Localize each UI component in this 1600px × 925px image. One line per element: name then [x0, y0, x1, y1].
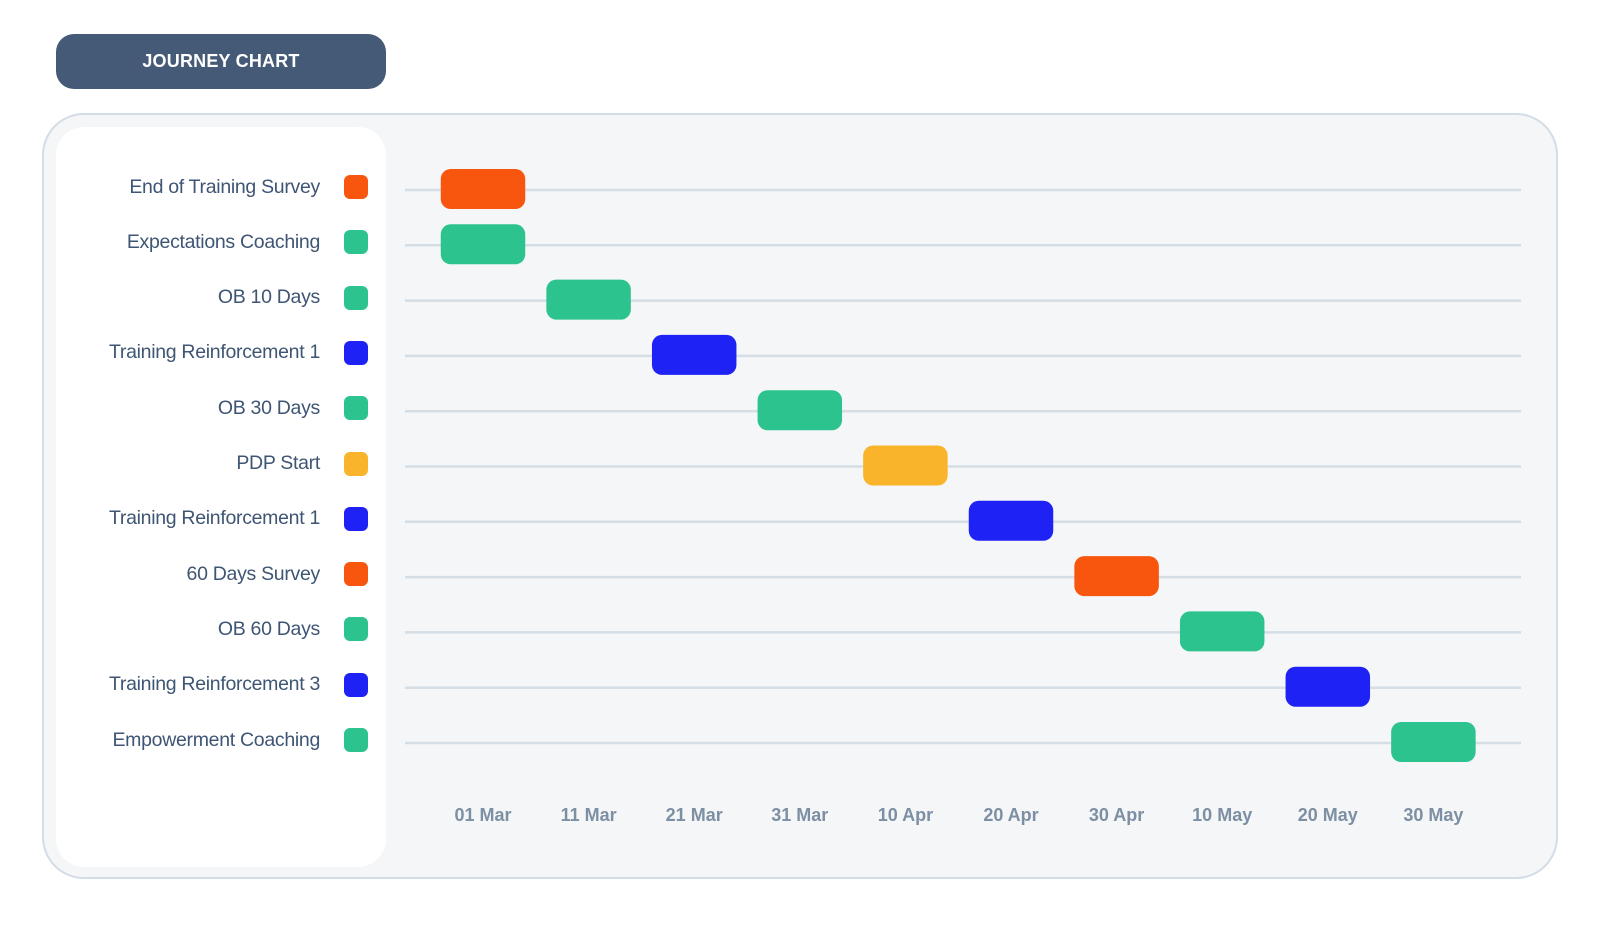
x-tick-label: 10 Apr	[878, 805, 933, 825]
task-bar[interactable]	[863, 445, 948, 486]
x-tick-label: 10 May	[1192, 805, 1252, 825]
gantt-chart: 01 Mar 11 Mar 21 Mar 31 Mar 10 Apr 20 Apr 30 A…	[405, 169, 1521, 825]
x-tick-label: 20 Apr	[983, 805, 1038, 825]
task-bar[interactable]	[1179, 611, 1265, 652]
x-tick-label: 30 May	[1403, 805, 1463, 825]
task-bar[interactable]	[546, 279, 631, 320]
x-tick-label: 30 Apr	[1089, 805, 1144, 825]
task-bar[interactable]	[651, 334, 737, 375]
task-bar[interactable]	[757, 390, 843, 431]
x-axis-ticks: 01 Mar 11 Mar 21 Mar 31 Mar 10 Apr 20 Apr 30 A…	[454, 805, 1463, 825]
x-tick-label: 21 Mar	[666, 805, 723, 825]
x-tick-label: 11 Mar	[561, 805, 617, 825]
task-bar[interactable]	[1074, 556, 1159, 597]
task-bar[interactable]	[968, 500, 1054, 541]
x-tick-label: 01 Mar	[454, 805, 511, 825]
x-tick-label: 31 Mar	[771, 805, 828, 825]
task-bar[interactable]	[1285, 666, 1371, 707]
x-tick-label: 20 May	[1298, 805, 1358, 825]
gridlines	[405, 188, 1521, 745]
task-bar[interactable]	[440, 169, 526, 209]
task-bar[interactable]	[1391, 722, 1476, 762]
task-bar[interactable]	[440, 224, 526, 265]
